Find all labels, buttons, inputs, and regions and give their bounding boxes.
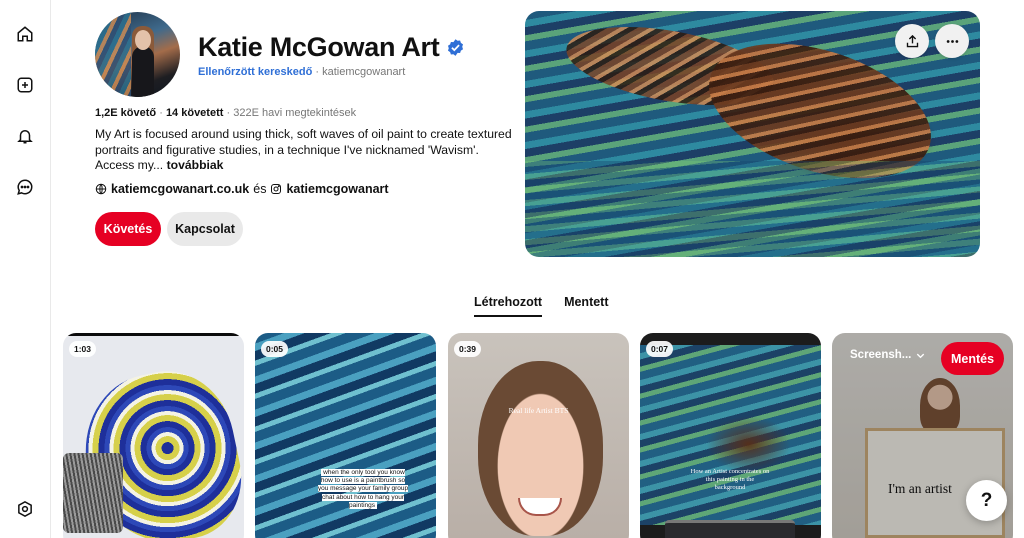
pin-card[interactable]: 0:05 when the only tool you know how to …	[255, 333, 436, 538]
bio-text: My Art is focused around using thick, so…	[95, 127, 512, 172]
profile-stats: 1,2E követő · 14 követett · 322E havi me…	[95, 107, 356, 119]
video-duration-badge: 0:07	[646, 341, 674, 357]
following-count[interactable]: 14 követett	[166, 107, 223, 119]
avatar-face	[135, 30, 151, 50]
share-icon	[906, 34, 918, 47]
profile-bio: My Art is focused around using thick, so…	[95, 127, 515, 174]
avatar-painting-background	[95, 12, 131, 97]
board-name: Screensh...	[850, 349, 912, 361]
pin-card[interactable]: Real life Artist BTS 0:39	[448, 333, 629, 538]
profile-avatar[interactable]	[95, 12, 180, 97]
profile-username: katiemcgowanart	[322, 66, 406, 78]
globe-icon	[95, 183, 107, 195]
left-nav-rail	[0, 0, 51, 538]
pin-caption: Real life Artist BTS	[508, 406, 569, 415]
pin-painting	[640, 345, 821, 525]
contact-button[interactable]: Kapcsolat	[167, 212, 243, 246]
website-link[interactable]: katiemcgowanart.co.uk	[111, 182, 249, 196]
links-and: és	[253, 182, 267, 196]
monthly-views: 322E havi megtekintések	[233, 107, 357, 119]
bio-more-link[interactable]: továbbiak	[167, 158, 224, 172]
instagram-icon	[271, 184, 282, 194]
tab-created[interactable]: Létrehozott	[474, 295, 543, 317]
pin-card[interactable]: How an Artist concentrates on this paint…	[640, 333, 821, 538]
stats-separator: ·	[159, 107, 163, 119]
follow-button[interactable]: Követés	[95, 212, 161, 246]
followers-count[interactable]: 1,2E követő	[95, 107, 156, 119]
tab-saved[interactable]: Mentett	[564, 295, 608, 317]
board-selector[interactable]: Screensh...	[850, 349, 926, 361]
profile-name: Katie McGowan Art	[198, 32, 465, 63]
profile-name-text: Katie McGowan Art	[198, 32, 440, 62]
messages-icon[interactable]	[12, 174, 38, 200]
video-duration-badge: 0:39	[454, 341, 482, 357]
notifications-icon[interactable]	[12, 123, 38, 149]
profile-links: katiemcgowanart.co.uk és katiemcgowanart	[95, 182, 389, 196]
separator-dot: ·	[315, 66, 320, 78]
save-pin-button[interactable]: Mentés	[941, 342, 1004, 375]
home-icon[interactable]	[12, 21, 38, 47]
profile-subline: Ellenőrzött kereskedő · katiemcgowanart	[198, 66, 405, 78]
share-button[interactable]	[895, 24, 929, 58]
more-options-icon	[946, 39, 958, 43]
more-options-button[interactable]	[935, 24, 969, 58]
avatar-figure	[132, 46, 154, 97]
pin-laptop	[665, 520, 795, 538]
verified-merchant-link[interactable]: Ellenőrzött kereskedő	[198, 66, 312, 78]
instagram-link[interactable]: katiemcgowanart	[286, 182, 388, 196]
pin-caption: How an Artist concentrates on this paint…	[690, 468, 770, 491]
pin-caption: when the only tool you know how to use i…	[317, 469, 409, 510]
pin-card[interactable]: 1:03	[63, 333, 244, 538]
video-duration-badge: 0:05	[261, 341, 289, 357]
pin-caption-text: when the only tool you know how to use i…	[317, 469, 409, 509]
create-icon[interactable]	[12, 72, 38, 98]
pin-brush	[63, 453, 123, 533]
video-duration-badge: 1:03	[69, 341, 97, 357]
stats-separator: ·	[226, 107, 231, 119]
profile-cover-image	[525, 11, 980, 257]
settings-icon[interactable]	[12, 496, 38, 522]
chevron-down-icon	[917, 353, 925, 358]
verified-badge-icon	[448, 39, 464, 56]
help-button[interactable]: ?	[966, 480, 1007, 521]
profile-tabs: Létrehozott Mentett	[474, 295, 609, 317]
cover-painting-water	[525, 161, 980, 257]
